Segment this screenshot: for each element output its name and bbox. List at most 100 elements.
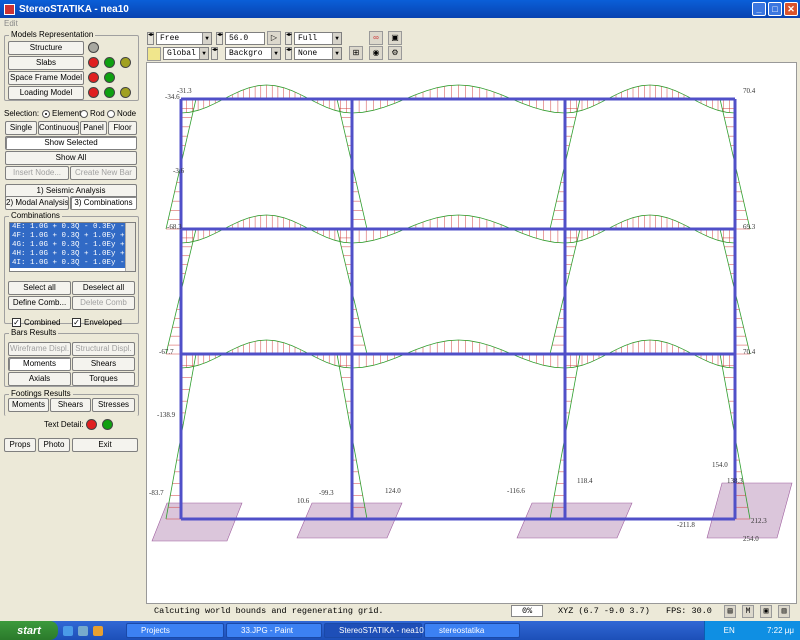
task-stereostatika-folder[interactable]: stereostatika xyxy=(424,623,520,638)
value-label: 154.0 xyxy=(712,461,728,469)
task-stereostatika[interactable]: StereoSTATIKA - nea10 xyxy=(324,623,424,638)
color-swatch-icon[interactable] xyxy=(147,47,161,61)
display-select[interactable]: Full ▼ xyxy=(294,32,342,45)
combination-item[interactable]: 4F: 1.0G + 0.3Q + 1.0Ey + xyxy=(10,232,125,241)
status-icon-m[interactable]: M xyxy=(742,605,754,618)
combinations-list[interactable]: 4E: 1.0G + 0.3Q - 0.3Ey - 4F: 1.0G + 0.3… xyxy=(9,222,136,272)
continuous-button[interactable]: Continuous xyxy=(38,121,79,135)
props-button[interactable]: Props xyxy=(4,438,36,452)
task-projects[interactable]: Projects xyxy=(126,623,224,638)
frame-toggle-red[interactable] xyxy=(88,72,99,83)
language-indicator[interactable]: EN xyxy=(724,626,735,635)
clock: 7:22 μμ xyxy=(766,626,794,635)
footing-stresses-button[interactable]: Stresses xyxy=(92,398,135,412)
minimize-button[interactable]: _ xyxy=(752,2,766,16)
list-scrollbar[interactable] xyxy=(125,223,135,271)
moments-button[interactable]: Moments xyxy=(8,357,71,371)
text-detail-label: Text Detail: xyxy=(44,420,84,429)
background-value: Backgro xyxy=(229,49,263,58)
status-icon-4[interactable]: ▥ xyxy=(778,605,790,618)
glasses-icon[interactable]: ∞ xyxy=(369,31,383,45)
structure-toggle-grey[interactable] xyxy=(88,42,99,53)
status-icon-1[interactable]: ▤ xyxy=(724,605,736,618)
combination-item[interactable]: 4E: 1.0G + 0.3Q - 0.3Ey - xyxy=(10,223,125,232)
monitor-icon[interactable]: ▣ xyxy=(388,31,402,45)
loading-toggle-red[interactable] xyxy=(88,87,99,98)
show-selected-button[interactable]: Show Selected xyxy=(5,136,137,150)
media-icon[interactable] xyxy=(93,625,103,636)
space-frame-button[interactable]: Space Frame Model xyxy=(8,71,84,85)
text-detail-red[interactable] xyxy=(86,419,97,430)
task-paint[interactable]: 33.JPG - Paint xyxy=(226,623,322,638)
zoom-input[interactable]: 56.0 xyxy=(225,32,265,45)
close-button[interactable]: ✕ xyxy=(784,2,798,16)
loading-toggle-olive[interactable] xyxy=(120,87,131,98)
single-button[interactable]: Single xyxy=(5,121,37,135)
select-all-button[interactable]: Select all xyxy=(8,281,71,295)
coord-select[interactable]: Global ▼ xyxy=(163,47,209,60)
radio-node[interactable] xyxy=(107,110,115,118)
axials-button[interactable]: Axials xyxy=(8,372,71,386)
ie-icon[interactable] xyxy=(63,625,73,636)
combination-item[interactable]: 4I: 1.0G + 0.3Q - 1.0Ey - xyxy=(10,259,125,268)
value-label: -211.8 xyxy=(677,521,695,529)
show-all-button[interactable]: Show All xyxy=(5,151,137,165)
play-icon[interactable]: ▷ xyxy=(267,31,281,45)
maximize-button[interactable]: □ xyxy=(768,2,782,16)
display-spin[interactable]: ◂▸ xyxy=(285,32,292,45)
frame-toggle-green[interactable] xyxy=(104,72,115,83)
slabs-button[interactable]: Slabs xyxy=(8,56,84,70)
menu-edit[interactable]: Edit xyxy=(4,19,18,28)
overlay-select[interactable]: None ▼ xyxy=(294,47,342,60)
combined-checkbox[interactable]: ✓ xyxy=(12,318,21,327)
delete-comb-button[interactable]: Delete Comb xyxy=(72,296,135,310)
define-comb-button[interactable]: Define Comb... xyxy=(8,296,71,310)
structure-button[interactable]: Structure xyxy=(8,41,84,55)
overlay-spin[interactable]: ◂▸ xyxy=(285,47,292,60)
footing-shears-button[interactable]: Shears xyxy=(50,398,91,412)
zoom-value: 56.0 xyxy=(229,34,249,43)
view-mode-select[interactable]: Free ▼ xyxy=(156,32,212,45)
shears-button[interactable]: Shears xyxy=(72,357,135,371)
bg-spin[interactable]: ◂▸ xyxy=(211,47,218,60)
grid-icon[interactable]: ⊞ xyxy=(349,46,363,60)
exit-button[interactable]: Exit xyxy=(72,438,138,452)
spin-left[interactable]: ◂▸ xyxy=(147,32,154,45)
window-title: StereoSTATIKA - nea10 xyxy=(19,3,129,15)
insert-node-button[interactable]: Insert Node... xyxy=(5,166,69,180)
torques-button[interactable]: Torques xyxy=(72,372,135,386)
zoom-spin[interactable]: ◂▸ xyxy=(216,32,223,45)
status-icon-3[interactable]: ▣ xyxy=(760,605,772,618)
start-button[interactable]: start xyxy=(0,621,58,640)
deselect-all-button[interactable]: Deselect all xyxy=(72,281,135,295)
photo-button[interactable]: Photo xyxy=(38,438,70,452)
tab-modal[interactable]: 2) Modal Analysis xyxy=(5,196,69,210)
wireframe-displ-button[interactable]: Wireframe Displ. xyxy=(8,342,71,356)
value-label: -68.3 xyxy=(167,223,182,231)
view-mode-value: Free xyxy=(160,34,180,43)
panel-button[interactable]: Panel xyxy=(80,121,107,135)
photo-icon[interactable]: ◉ xyxy=(369,46,383,60)
loading-toggle-green[interactable] xyxy=(104,87,115,98)
toolbar: ◂▸ Free ▼ ◂▸ 56.0 ▷ ◂▸ Full ▼ ∞ ▣ Global ▼ … xyxy=(143,29,800,62)
slabs-toggle-olive[interactable] xyxy=(120,57,131,68)
slabs-toggle-red[interactable] xyxy=(88,57,99,68)
desktop-icon[interactable] xyxy=(78,625,88,636)
slabs-toggle-green[interactable] xyxy=(104,57,115,68)
combination-item[interactable]: 4H: 1.0G + 0.3Q + 1.0Ey + xyxy=(10,250,125,259)
settings-icon[interactable]: ⚙ xyxy=(388,46,402,60)
background-select[interactable]: Backgro ▼ xyxy=(225,47,281,60)
create-new-bar-button[interactable]: Create New Bar xyxy=(70,166,137,180)
text-detail-green[interactable] xyxy=(102,419,113,430)
value-label: 212.3 xyxy=(751,517,767,525)
tab-combinations[interactable]: 3) Combinations xyxy=(70,196,137,210)
combination-item[interactable]: 4G: 1.0G + 0.3Q - 1.0Ey + xyxy=(10,241,125,250)
radio-element[interactable] xyxy=(42,110,50,118)
loading-model-button[interactable]: Loading Model xyxy=(8,86,84,100)
3d-viewport[interactable]: -34.6 -31.3 70.4 -68.3 69.3 -67.7 70.4 -138.9 -8… xyxy=(146,62,797,604)
enveloped-checkbox[interactable]: ✓ xyxy=(72,318,81,327)
radio-rod[interactable] xyxy=(80,110,88,118)
footing-moments-button[interactable]: Moments xyxy=(8,398,49,412)
floor-button[interactable]: Floor xyxy=(108,121,137,135)
structural-displ-button[interactable]: Structural Displ. xyxy=(72,342,135,356)
